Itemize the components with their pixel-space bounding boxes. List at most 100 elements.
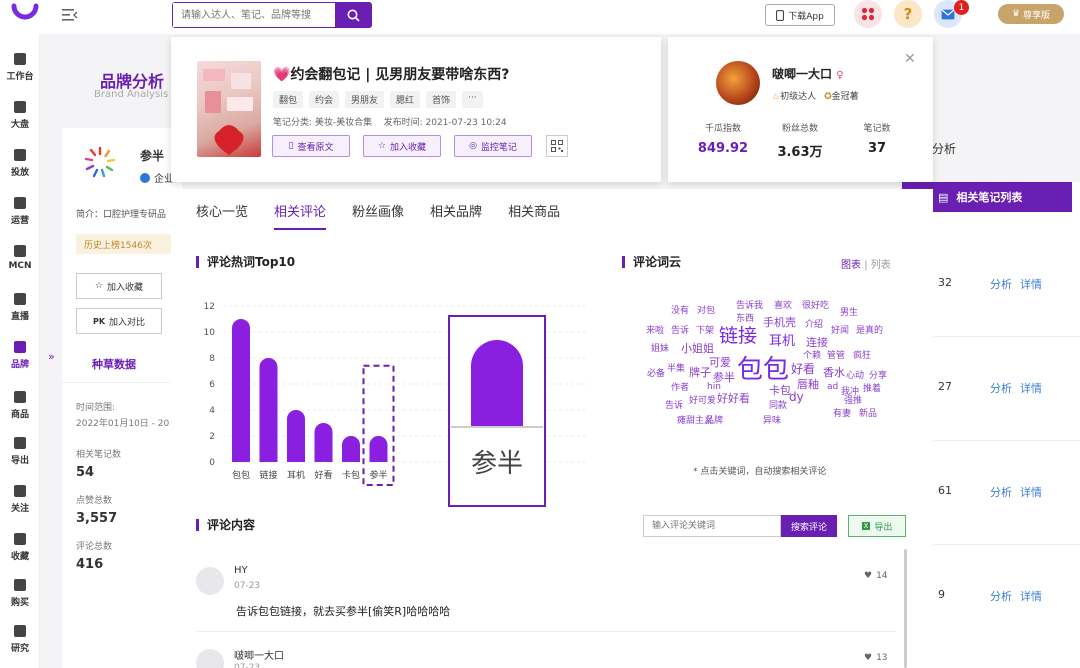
cloud-word[interactable]: dy xyxy=(789,391,804,403)
cloud-word[interactable]: 疯狂 xyxy=(853,352,871,361)
row-detail-link[interactable]: 详情 xyxy=(1020,588,1042,604)
cloud-word[interactable]: 连接 xyxy=(806,337,828,348)
cloud-word[interactable]: 东西 xyxy=(736,315,754,324)
export-button[interactable]: X 导出 xyxy=(848,515,906,537)
help-button[interactable]: ? xyxy=(894,0,922,28)
detail-tab[interactable]: 核心一览 xyxy=(196,201,248,230)
cloud-word[interactable]: 强推 xyxy=(844,397,862,406)
detail-tab[interactable]: 相关品牌 xyxy=(430,201,482,230)
cloud-word[interactable]: 是真的 xyxy=(856,327,883,336)
note-thumbnail[interactable] xyxy=(197,61,261,157)
cloud-word[interactable]: 好好看 xyxy=(717,393,750,404)
cloud-word[interactable]: 男生 xyxy=(840,309,858,318)
cloud-word[interactable]: 推着 xyxy=(863,385,881,394)
cloud-word[interactable]: 作者 xyxy=(671,384,689,393)
menu-toggle-icon[interactable] xyxy=(62,8,78,22)
comment-avatar[interactable] xyxy=(196,649,224,668)
cloud-word[interactable]: 好可爱 xyxy=(689,397,716,406)
sidebar-item[interactable]: 工作台 xyxy=(0,52,40,82)
cloud-word[interactable]: 小姐姐 xyxy=(681,343,714,354)
cloud-word[interactable]: 好闻 xyxy=(831,327,849,336)
cloud-word[interactable]: ad xyxy=(827,383,838,392)
cloud-word[interactable]: 分享 xyxy=(869,372,887,381)
bar[interactable] xyxy=(314,423,333,462)
row-analysis-link[interactable]: 分析 xyxy=(990,380,1012,396)
cloud-word[interactable]: 香水 xyxy=(823,367,845,378)
cloud-word[interactable]: 没有 xyxy=(671,307,689,316)
vip-button[interactable]: ♛ 尊享版 xyxy=(998,4,1064,24)
cloud-word[interactable]: 链接 xyxy=(719,327,757,346)
cloud-word[interactable]: 牌子 xyxy=(689,367,711,378)
row-detail-link[interactable]: 详情 xyxy=(1020,380,1042,396)
cloud-word[interactable]: 告诉我 xyxy=(736,302,763,311)
note-tag[interactable]: 首饰 xyxy=(426,91,457,108)
sidebar-item[interactable]: MCN xyxy=(0,244,40,271)
row-analysis-link[interactable]: 分析 xyxy=(990,484,1012,500)
sidebar-item[interactable]: 品牌 xyxy=(0,340,40,370)
sidebar-item[interactable]: 商品 xyxy=(0,390,40,420)
bar[interactable] xyxy=(287,410,305,462)
cloud-word[interactable]: 对包 xyxy=(697,307,715,316)
row-analysis-link[interactable]: 分析 xyxy=(990,588,1012,604)
cloud-word[interactable]: 好看 xyxy=(791,363,815,375)
detail-tab[interactable]: 粉丝画像 xyxy=(352,201,404,230)
bar[interactable] xyxy=(232,319,250,462)
detail-tab[interactable]: 相关商品 xyxy=(508,201,560,230)
creator-name[interactable]: 啵唧一大口 ♀ xyxy=(772,65,844,82)
creator-avatar[interactable] xyxy=(716,61,760,105)
cloud-word[interactable]: 来啦 xyxy=(646,327,664,336)
view-original-button[interactable]: ▯ 查看原文 xyxy=(272,135,350,157)
close-icon[interactable]: ✕ xyxy=(904,51,916,67)
comment-user[interactable]: HY xyxy=(234,565,248,576)
sidebar-item[interactable]: 关注 xyxy=(0,484,40,514)
sidebar-item[interactable]: 收藏 xyxy=(0,532,40,562)
cloud-word[interactable]: 可爱 xyxy=(709,357,731,368)
note-tag[interactable]: 男朋友 xyxy=(345,91,385,108)
cloud-word[interactable]: 介绍 xyxy=(805,321,823,330)
note-tag[interactable]: ··· xyxy=(462,91,483,108)
cloud-word[interactable]: 很好吃 xyxy=(802,302,829,311)
comment-avatar[interactable] xyxy=(196,567,224,595)
cloud-word[interactable]: 必备 xyxy=(647,370,665,379)
cloud-word[interactable]: hin xyxy=(707,383,721,392)
search-button[interactable] xyxy=(335,3,371,27)
comments-scrollbar[interactable] xyxy=(904,549,907,668)
search-input[interactable] xyxy=(173,3,335,27)
download-app-button[interactable]: 下载App xyxy=(765,4,835,26)
sidebar-item[interactable]: 投放 xyxy=(0,148,40,178)
cloud-word[interactable]: 个赖 xyxy=(803,352,821,361)
cloud-word[interactable]: 告诉 xyxy=(671,327,689,336)
bar[interactable] xyxy=(369,436,388,462)
chart-view-toggle[interactable]: 图表 xyxy=(841,260,861,271)
row-analysis-link[interactable]: 分析 xyxy=(990,276,1012,292)
cloud-word[interactable]: 管管 xyxy=(827,352,845,361)
bar[interactable] xyxy=(342,436,360,462)
cloud-word[interactable]: 品牌 xyxy=(705,417,723,426)
list-view-toggle[interactable]: 列表 xyxy=(871,260,891,271)
cloud-word[interactable]: 耳机 xyxy=(769,335,795,348)
cloud-word[interactable]: 告诉 xyxy=(665,402,683,411)
comment-search-button[interactable]: 搜索评论 xyxy=(781,515,837,537)
cloud-word[interactable]: 异味 xyxy=(763,417,781,426)
cloud-word[interactable]: 新品 xyxy=(859,410,877,419)
sidebar-item[interactable]: 购买 xyxy=(0,578,40,608)
cloud-word[interactable]: 有妻 xyxy=(833,410,851,419)
monitor-note-button[interactable]: ◎ 监控笔记 xyxy=(454,135,532,157)
cloud-word[interactable]: 半集 xyxy=(667,365,685,374)
cloud-word[interactable]: 包包 xyxy=(737,357,789,383)
cloud-word[interactable]: 姐妹 xyxy=(651,345,669,354)
cloud-word[interactable]: 心动 xyxy=(846,372,864,381)
sidebar-item[interactable]: 大盘 xyxy=(0,100,40,130)
cloud-word[interactable]: 手机壳 xyxy=(763,317,796,328)
note-tag[interactable]: 约会 xyxy=(309,91,340,108)
detail-tab[interactable]: 相关评论 xyxy=(274,201,327,230)
comment-search-input[interactable] xyxy=(643,515,781,537)
analysis-tab[interactable]: 分析 xyxy=(932,140,956,157)
tab-seeding-data[interactable]: 种草数据 xyxy=(92,356,136,372)
note-tag[interactable]: 翻包 xyxy=(273,91,304,108)
cloud-word[interactable]: 同款 xyxy=(769,402,787,411)
note-tag[interactable]: 腮红 xyxy=(390,91,421,108)
sidebar-item[interactable]: 导出 xyxy=(0,436,40,466)
sidebar-expand-icon[interactable]: » xyxy=(48,350,55,363)
app-logo-icon[interactable] xyxy=(10,2,40,28)
